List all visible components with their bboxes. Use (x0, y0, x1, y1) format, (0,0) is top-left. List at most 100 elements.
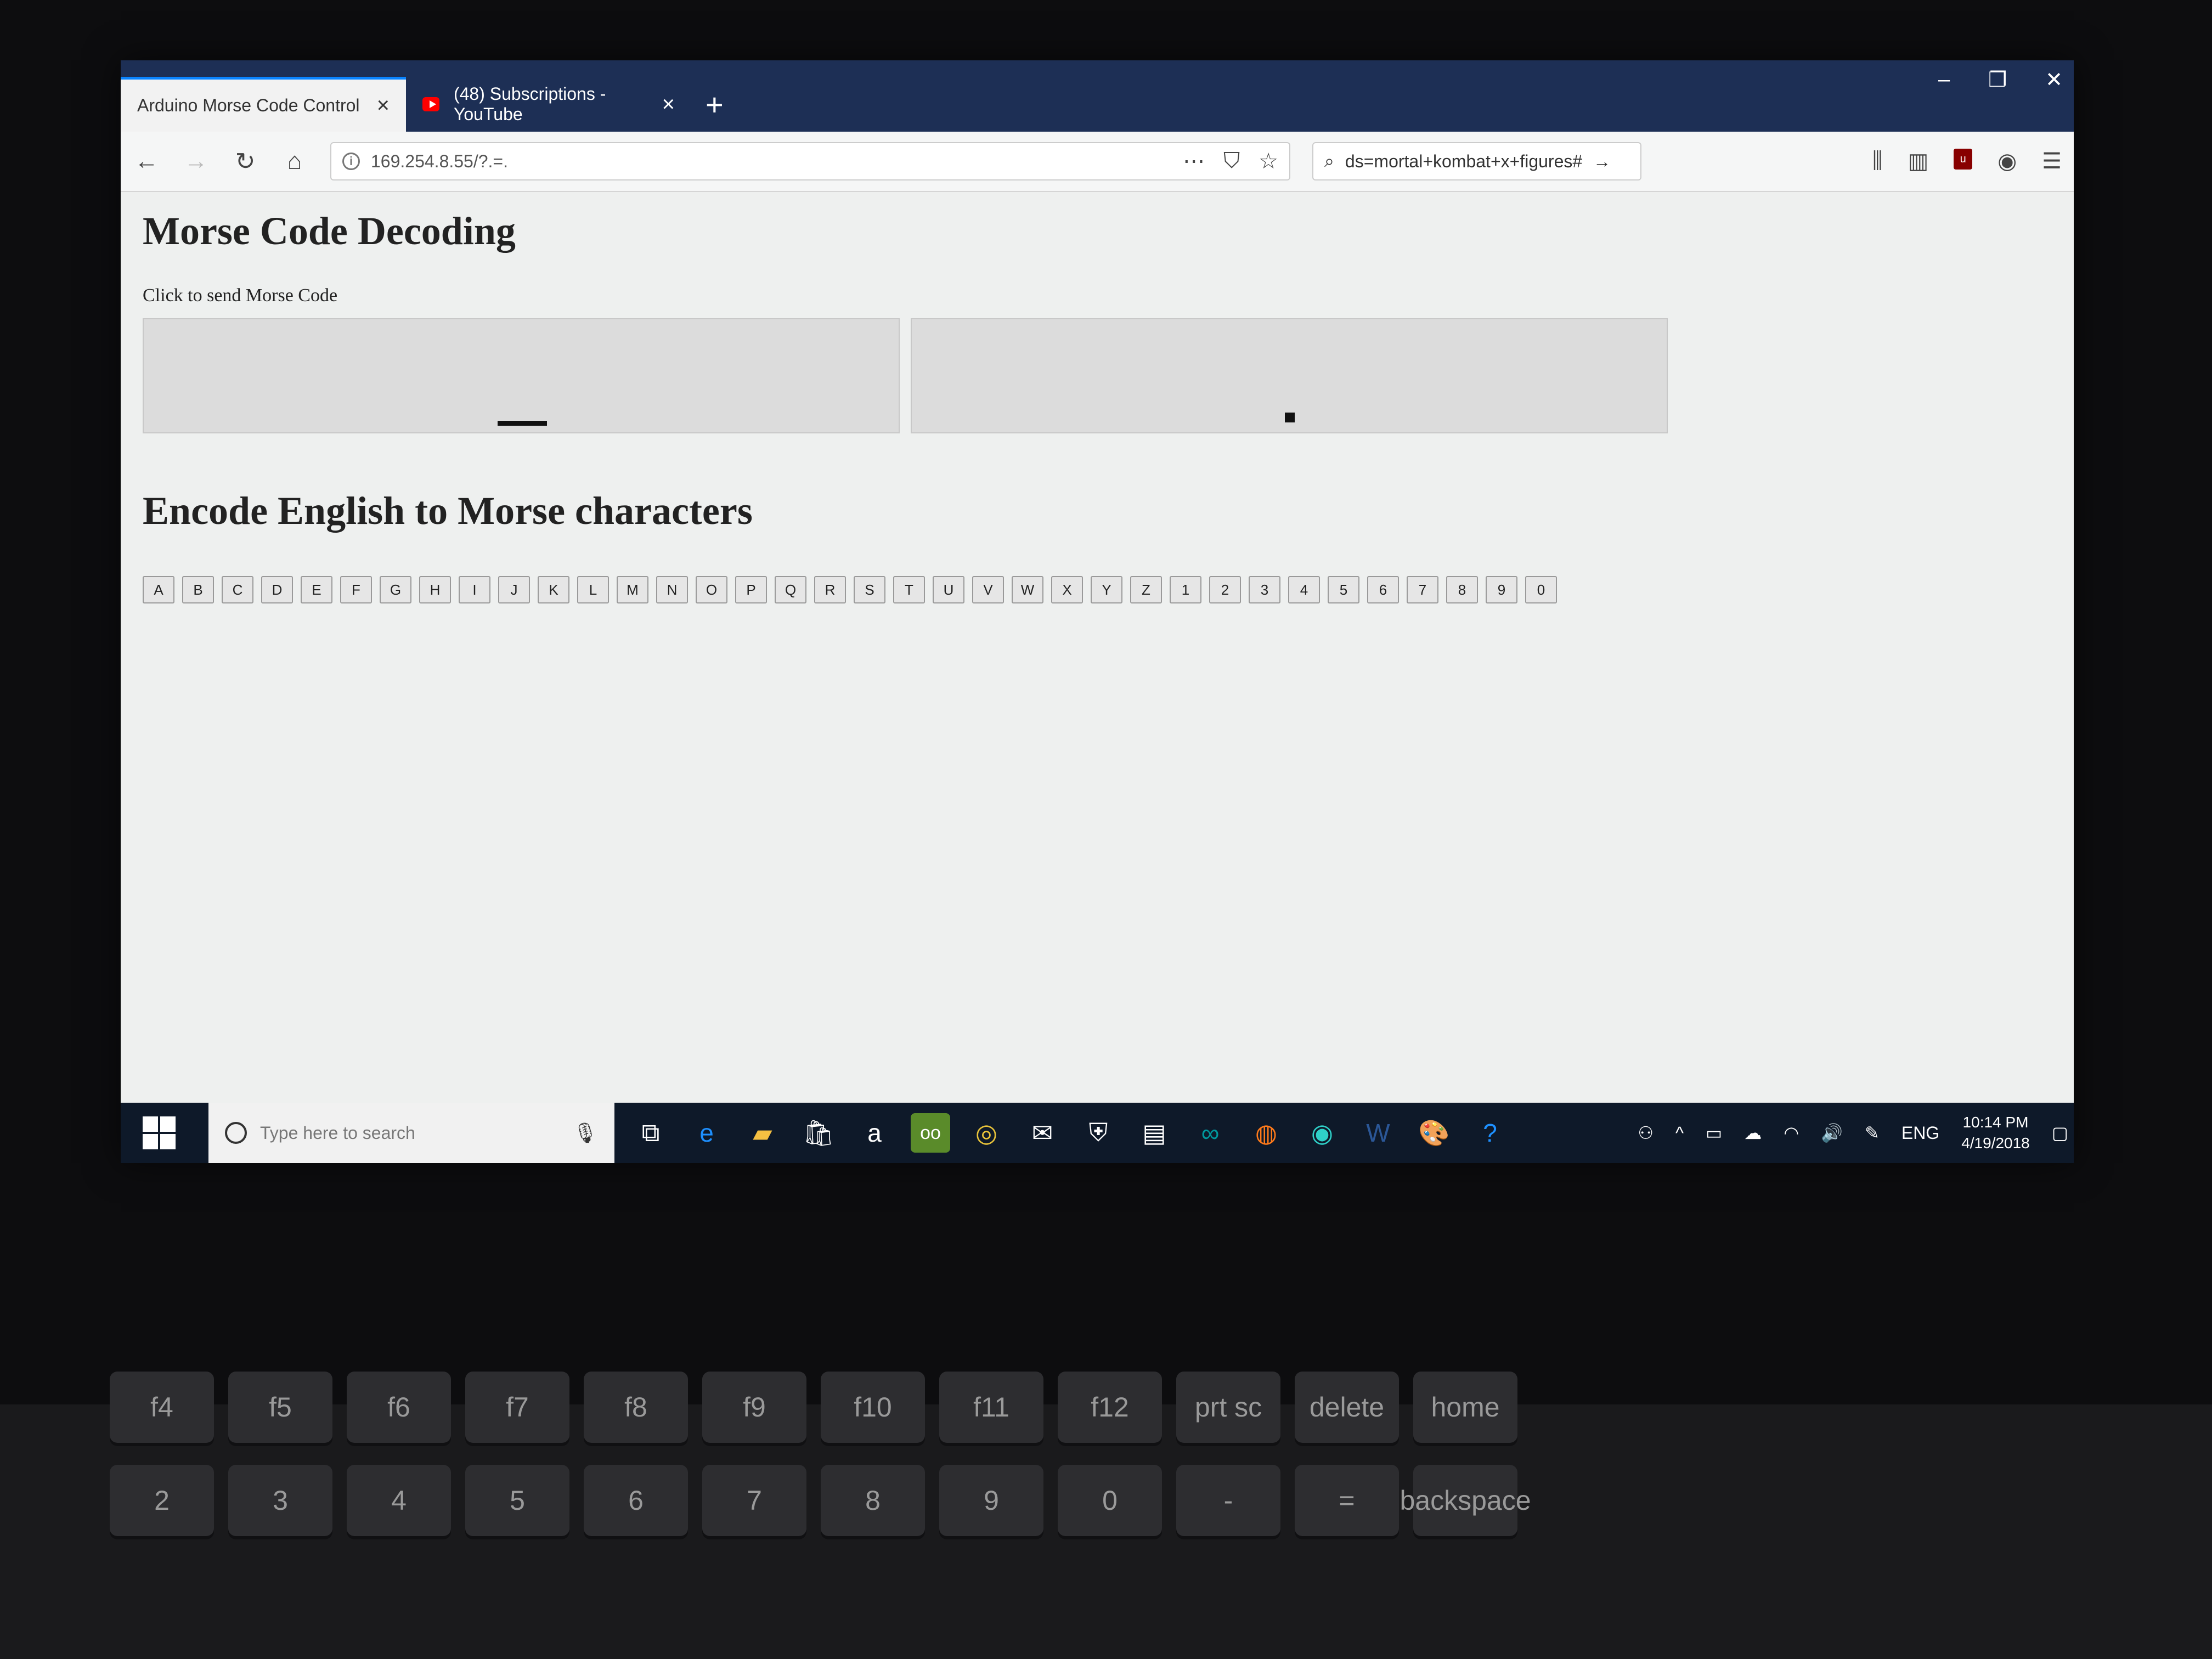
edge-icon[interactable]: e (687, 1113, 726, 1153)
char-button[interactable]: G (380, 576, 411, 603)
reload-icon[interactable]: ↻ (232, 148, 259, 176)
tab-arduino-morse[interactable]: Arduino Morse Code Control × (121, 77, 406, 132)
char-button[interactable]: B (182, 576, 214, 603)
battery-icon[interactable]: ▭ (1706, 1122, 1722, 1143)
char-button[interactable]: M (617, 576, 648, 603)
menu-icon[interactable]: ☰ (2042, 149, 2062, 174)
dot-button[interactable] (911, 318, 1668, 433)
app-icon[interactable]: ◉ (1302, 1113, 1342, 1153)
char-button[interactable]: Y (1091, 576, 1122, 603)
char-button[interactable]: P (735, 576, 767, 603)
info-icon[interactable]: i (342, 153, 360, 170)
people-icon[interactable]: ⚇ (1638, 1122, 1654, 1143)
chevron-up-icon[interactable]: ^ (1675, 1123, 1684, 1143)
char-button[interactable]: 6 (1367, 576, 1399, 603)
close-icon[interactable]: × (377, 93, 390, 118)
go-arrow-icon[interactable]: → (1593, 151, 1611, 172)
char-button[interactable]: R (814, 576, 846, 603)
char-button[interactable]: 9 (1486, 576, 1517, 603)
char-button[interactable]: N (656, 576, 688, 603)
mail-icon[interactable]: ✉ (1023, 1113, 1062, 1153)
bookmark-star-icon[interactable]: ☆ (1259, 149, 1278, 174)
char-button[interactable]: Z (1130, 576, 1162, 603)
notification-icon[interactable]: ▢ (2052, 1122, 2068, 1143)
restore-icon[interactable]: ❐ (1988, 67, 2007, 92)
tab-youtube[interactable]: (48) Subscriptions - YouTube × (406, 77, 691, 132)
close-icon[interactable]: × (662, 92, 675, 117)
home-icon[interactable]: ⌂ (281, 148, 308, 175)
char-button[interactable]: A (143, 576, 174, 603)
tab-label: Arduino Morse Code Control (137, 95, 360, 115)
help-icon[interactable]: ? (1470, 1113, 1510, 1153)
search-icon: ⌕ (1324, 151, 1334, 171)
keyboard-key: - (1176, 1465, 1280, 1536)
char-button[interactable]: 7 (1407, 576, 1438, 603)
forward-icon[interactable]: → (182, 148, 210, 175)
keyboard-key: f12 (1058, 1372, 1162, 1443)
dash-button[interactable] (143, 318, 900, 433)
store-icon[interactable]: 🛍 (799, 1113, 838, 1153)
taskbar-search-box[interactable]: Type here to search 🎙 (208, 1103, 614, 1163)
url-bar[interactable]: i 169.254.8.55/?.=. ⋯ ⛉ ☆ (330, 142, 1290, 180)
microphone-icon[interactable]: 🎙 (573, 1121, 598, 1144)
sticky-notes-icon[interactable]: ▤ (1135, 1113, 1174, 1153)
char-button[interactable]: O (696, 576, 727, 603)
pocket-icon[interactable]: ⛉ (1223, 149, 1240, 174)
char-button[interactable]: 4 (1288, 576, 1320, 603)
char-button[interactable]: 1 (1170, 576, 1201, 603)
char-button[interactable]: H (419, 576, 451, 603)
back-icon[interactable]: ← (133, 148, 160, 175)
char-button[interactable]: L (577, 576, 609, 603)
char-button[interactable]: I (459, 576, 490, 603)
char-button[interactable]: S (854, 576, 885, 603)
char-button[interactable]: E (301, 576, 332, 603)
char-button[interactable]: 3 (1249, 576, 1280, 603)
firefox-icon[interactable]: ◍ (1246, 1113, 1286, 1153)
arduino-icon[interactable]: ∞ (1190, 1113, 1230, 1153)
new-tab-button[interactable]: + (691, 77, 738, 132)
char-button[interactable]: F (340, 576, 372, 603)
char-button[interactable]: K (538, 576, 569, 603)
char-button[interactable]: C (222, 576, 253, 603)
char-button[interactable]: T (893, 576, 925, 603)
task-view-icon[interactable]: ⧉ (631, 1113, 670, 1153)
cloud-icon[interactable]: ☁ (1744, 1122, 1762, 1143)
sidebar-icon[interactable]: ▥ (1908, 149, 1928, 174)
chrome-icon[interactable]: ◎ (967, 1113, 1006, 1153)
amazon-icon[interactable]: a (855, 1113, 894, 1153)
system-tray: ⚇ ^ ▭ ☁ ◠ 🔊 ✎ ENG 10:14 PM 4/19/2018 ▢ (1638, 1112, 2068, 1154)
char-button[interactable]: 5 (1328, 576, 1359, 603)
clock[interactable]: 10:14 PM 4/19/2018 (1961, 1112, 2030, 1154)
char-button[interactable]: 2 (1209, 576, 1241, 603)
defender-icon[interactable]: ⛨ (1079, 1113, 1118, 1153)
keyboard-key: f5 (228, 1372, 332, 1443)
word-icon[interactable]: W (1358, 1113, 1398, 1153)
char-button[interactable]: V (972, 576, 1004, 603)
char-button[interactable]: D (261, 576, 293, 603)
search-bar[interactable]: ⌕ ds=mortal+kombat+x+figures# → (1312, 142, 1641, 180)
char-button[interactable]: W (1012, 576, 1043, 603)
volume-icon[interactable]: 🔊 (1821, 1122, 1843, 1143)
char-button[interactable]: 0 (1525, 576, 1557, 603)
language-indicator[interactable]: ENG (1901, 1123, 1939, 1143)
keyboard-key: 0 (1058, 1465, 1162, 1536)
library-icon[interactable]: ⫼ (1872, 149, 1882, 174)
file-explorer-icon[interactable]: ▰ (743, 1113, 782, 1153)
ublock-icon[interactable]: u (1954, 149, 1973, 170)
pen-icon[interactable]: ✎ (1865, 1122, 1880, 1143)
minimize-icon[interactable]: – (1938, 68, 1950, 92)
more-icon[interactable]: ⋯ (1183, 149, 1205, 174)
extension-icon[interactable]: ◉ (1997, 149, 2017, 174)
char-button[interactable]: 8 (1446, 576, 1478, 603)
char-button[interactable]: U (933, 576, 964, 603)
char-button[interactable]: X (1051, 576, 1083, 603)
paint-icon[interactable]: 🎨 (1414, 1113, 1454, 1153)
youtube-icon (422, 97, 439, 111)
wifi-icon[interactable]: ◠ (1784, 1122, 1799, 1143)
char-button[interactable]: Q (775, 576, 806, 603)
tripadvisor-icon[interactable]: oo (911, 1113, 950, 1153)
char-button[interactable]: J (498, 576, 530, 603)
keyboard-key: 9 (939, 1465, 1043, 1536)
close-window-icon[interactable]: ✕ (2045, 67, 2063, 92)
windows-start-icon[interactable] (143, 1116, 176, 1149)
